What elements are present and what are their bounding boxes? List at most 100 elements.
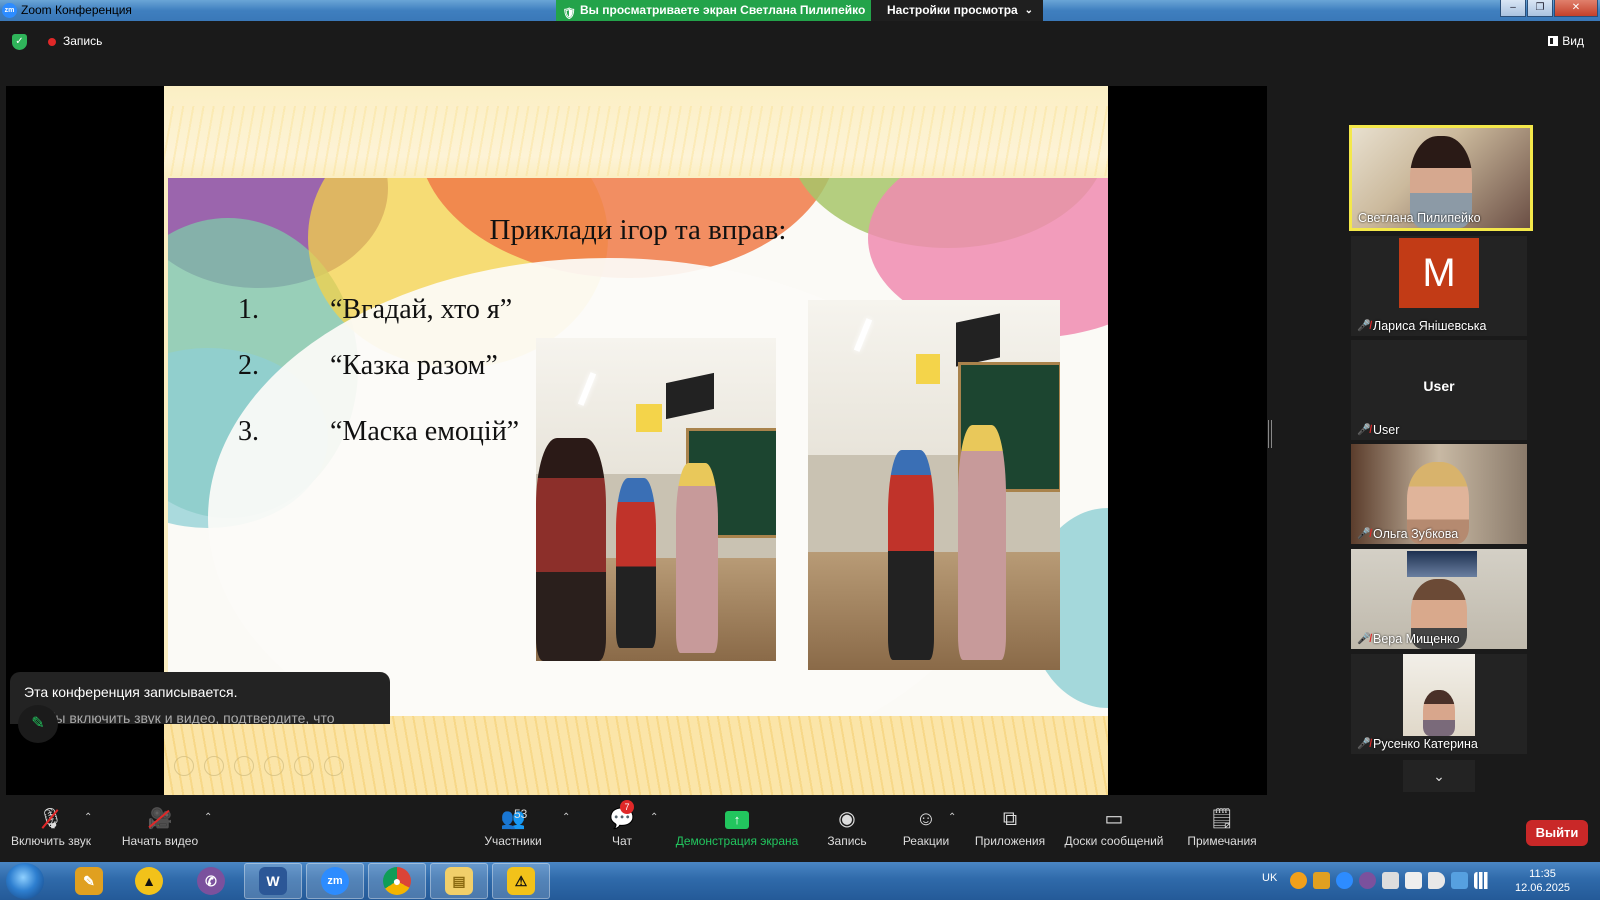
close-button[interactable]: ✕ (1554, 0, 1598, 17)
notification-body: Чтобы включить звук и видео, подтвердите… (24, 710, 335, 724)
taskbar-archicad-app[interactable]: ▲ (120, 863, 178, 899)
warning-app-icon: ⚠ (507, 867, 535, 895)
chevron-down-icon: ⌄ (1024, 5, 1033, 16)
zoom-app-icon: zm (2, 3, 17, 18)
taskbar-zoom-app[interactable]: zm (306, 863, 364, 899)
chevron-down-icon: ⌄ (1433, 768, 1445, 784)
whiteboards-label: Доски сообщений (1064, 834, 1164, 848)
apps-button[interactable]: ⧉ Приложения (972, 804, 1048, 848)
annotate-pencil-icon[interactable]: ✎ (18, 705, 58, 743)
participants-button[interactable]: 👥 53 Участники (480, 804, 546, 848)
participants-icon: 👥 53 (480, 804, 546, 834)
unmute-label: Включить звук (10, 834, 92, 848)
view-button[interactable]: Вид (1548, 34, 1584, 48)
archicad-app-icon: ▲ (135, 867, 163, 895)
classroom-photo-1 (536, 338, 776, 661)
viber-tray-icon[interactable] (1359, 872, 1376, 889)
start-video-button[interactable]: 🎥 Начать видео (120, 804, 200, 848)
whiteboard-icon: ▭ (1104, 808, 1124, 830)
record-icon: ◉ (838, 808, 856, 830)
chat-button[interactable]: 💬 7 Чат (604, 800, 640, 848)
leave-button[interactable]: Выйти (1526, 820, 1588, 846)
zoom-app-icon: zm (321, 867, 349, 895)
share-screen-label: Демонстрация экрана (675, 834, 799, 848)
mic-muted-icon: 🎤̸ (1357, 320, 1371, 332)
security-shield-icon[interactable]: ✓ (12, 34, 27, 50)
participant-tile[interactable]: 🎤̸ Ольга Зубкова (1351, 444, 1527, 544)
pen-icon[interactable] (234, 756, 254, 776)
language-indicator[interactable]: UK (1262, 872, 1277, 884)
tray-app-icon[interactable] (1382, 872, 1399, 889)
network-tray-icon[interactable] (1451, 872, 1468, 889)
more-options-icon[interactable] (324, 756, 344, 776)
apps-label: Приложения (974, 834, 1046, 848)
mic-muted-icon: 🎤̸ (1357, 738, 1371, 750)
folder-app-icon: ▤ (445, 867, 473, 895)
record-button[interactable]: ◉ Запись (822, 804, 872, 848)
notes-label: Примечания (1187, 834, 1257, 848)
recording-label[interactable]: Запись (63, 34, 102, 48)
apps-icon: ⧉ (1002, 808, 1018, 830)
participant-tile[interactable]: M 🎤̸ Лариса Янішевська (1351, 236, 1527, 336)
participant-tile[interactable]: 🎤̸ Вера Мищенко (1351, 549, 1527, 649)
mic-muted-icon: 🎤̸ (1357, 528, 1371, 540)
notes-button[interactable]: 🗒 Примечания (1184, 804, 1260, 848)
signal-tray-icon[interactable] (1474, 872, 1491, 889)
share-screen-button[interactable]: ↑ Демонстрация экрана (672, 804, 802, 848)
next-slide-icon[interactable] (204, 756, 224, 776)
whiteboards-button[interactable]: ▭ Доски сообщений (1062, 804, 1166, 848)
reactions-label: Реакции (902, 834, 950, 848)
chat-options-caret[interactable]: ⌃ (650, 812, 658, 823)
video-options-caret[interactable]: ⌃ (204, 812, 212, 823)
window-controls: – ❐ ✕ (1499, 0, 1598, 18)
taskbar-paint-app[interactable]: ✎ (60, 863, 118, 899)
viber-app-icon: ✆ (197, 867, 225, 895)
taskbar-explorer-app[interactable]: ▤ (430, 863, 488, 899)
unmute-button[interactable]: 🎙 Включить звук (10, 804, 92, 848)
mic-muted-icon: 🎤̸ (1357, 424, 1371, 436)
archicad-tray-icon[interactable] (1290, 872, 1307, 889)
taskbar-warning-app[interactable]: ⚠ (492, 863, 550, 899)
slide-title: Приклади ігор та вправ: (489, 214, 787, 246)
participant-tile[interactable]: User 🎤̸ User (1351, 340, 1527, 440)
participants-label: Участники (484, 834, 542, 848)
audio-options-caret[interactable]: ⌃ (84, 812, 92, 823)
classroom-photo-2 (808, 300, 1060, 670)
zoom-icon[interactable] (294, 756, 314, 776)
word-app-icon: W (259, 867, 287, 895)
start-button-icon[interactable] (6, 863, 44, 899)
grid-view-icon[interactable] (264, 756, 284, 776)
system-tray (1290, 872, 1491, 889)
system-clock[interactable]: 11:35 12.06.2025 (1515, 867, 1570, 895)
zoom-tray-icon[interactable] (1336, 872, 1353, 889)
maximize-button[interactable]: ❐ (1527, 0, 1553, 17)
gallery-next-page-button[interactable]: ⌄ (1403, 760, 1475, 792)
video-off-icon: 🎥 (120, 804, 200, 834)
taskbar-chrome-app[interactable]: ● (368, 863, 426, 899)
participants-options-caret[interactable]: ⌃ (562, 812, 570, 823)
prev-slide-icon[interactable] (174, 756, 194, 776)
list-item: “Маска емоцій” (330, 416, 520, 447)
volume-tray-icon[interactable] (1428, 872, 1445, 889)
view-options-dropdown[interactable]: Настройки просмотра ⌄ (871, 0, 1043, 21)
participant-tile-active-speaker[interactable]: Светлана Пилипейко (1349, 125, 1533, 231)
paint-tray-icon[interactable] (1313, 872, 1330, 889)
window-titlebar: zm Zoom Конференция 🛡 Вы просматриваете … (0, 0, 1600, 21)
view-button-label: Вид (1562, 34, 1584, 48)
chat-icon: 💬 7 (609, 800, 635, 830)
taskbar-viber-app[interactable]: ✆ (182, 863, 240, 899)
participant-tile[interactable]: 🎤̸ Русенко Катерина (1351, 654, 1527, 754)
participant-name: Вера Мищенко (1373, 632, 1460, 646)
recording-dot-icon (48, 38, 56, 46)
minimize-button[interactable]: – (1500, 0, 1526, 17)
participant-avatar: M (1399, 238, 1479, 308)
flag-tray-icon[interactable] (1405, 872, 1422, 889)
taskbar-word-app[interactable]: W (244, 863, 302, 899)
participant-name: User (1373, 423, 1400, 437)
meeting-toolbar: 🎙 Включить звук ⌃ 🎥 Начать видео ⌃ 👥53 У… (0, 800, 1600, 862)
reactions-options-caret[interactable]: ⌃ (948, 812, 956, 823)
reactions-button[interactable]: ☺ Реакции (900, 804, 952, 848)
participant-name: Ольга Зубкова (1373, 527, 1459, 541)
splitter-handle[interactable] (1268, 420, 1272, 448)
window-title: Zoom Конференция (21, 3, 132, 17)
